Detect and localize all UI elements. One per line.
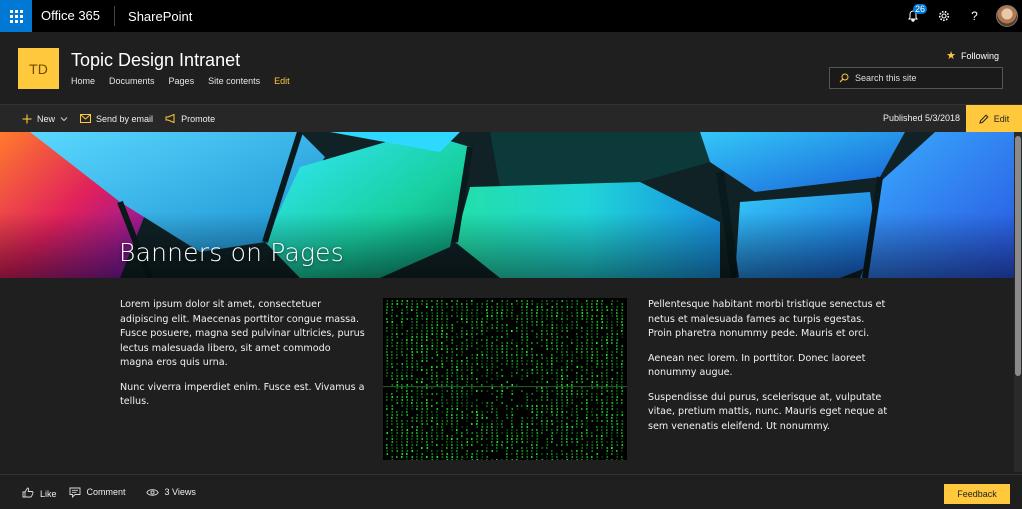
site-title[interactable]: Topic Design Intranet [71, 50, 240, 71]
right-paragraph-3: Suspendisse dui purus, scelerisque at, v… [648, 391, 888, 432]
waffle-icon [9, 9, 23, 23]
avatar[interactable] [996, 5, 1018, 27]
text-column-left: Lorem ipsum dolor sit amet, consectetuer… [120, 298, 365, 420]
site-header: TD Topic Design Intranet Home Documents … [0, 32, 1022, 105]
page-content: Lorem ipsum dolor sit amet, consectetuer… [0, 278, 1014, 472]
command-bar: New Send by email Promote Published 5/3/… [0, 105, 1022, 132]
search-placeholder: Search this site [855, 73, 917, 83]
promote-label: Promote [181, 113, 216, 124]
new-button[interactable]: New [22, 114, 68, 124]
help-button[interactable]: ? [959, 0, 990, 32]
settings-button[interactable] [928, 0, 959, 32]
office365-link[interactable]: Office 365 [32, 6, 116, 26]
following-button[interactable]: ★ Following [946, 49, 999, 62]
page-scrollbar[interactable] [1014, 132, 1022, 472]
suite-bar: Office 365 SharePoint 26 ? [0, 0, 1022, 32]
comment-button[interactable]: Comment [69, 487, 126, 498]
feedback-button[interactable]: Feedback [944, 484, 1010, 504]
new-label: New [37, 113, 56, 124]
send-by-email-label: Send by email [96, 113, 154, 124]
plus-icon [22, 114, 32, 123]
site-logo[interactable]: TD [18, 48, 59, 89]
page-footer: Like Comment 3 Views Feedback [0, 474, 1022, 509]
nav-item-home[interactable]: Home [71, 76, 95, 86]
page-banner: Banners on Pages [0, 132, 1022, 278]
send-by-email-button[interactable]: Send by email [80, 114, 153, 124]
comment-label: Comment [86, 487, 126, 497]
chevron-down-icon [60, 116, 68, 121]
following-label: Following [960, 50, 999, 61]
app-launcher-button[interactable] [0, 0, 32, 32]
banner-title: Banners on Pages [119, 238, 344, 267]
search-input[interactable]: Search this site [829, 67, 1003, 89]
search-icon [839, 73, 849, 83]
scrollbar-thumb[interactable] [1015, 136, 1021, 376]
text-column-right: Pellentesque habitant morbi tristique se… [648, 298, 888, 444]
promote-button[interactable]: Promote [165, 114, 215, 124]
right-paragraph-2: Aenean nec lorem. In porttitor. Donec la… [648, 352, 866, 379]
notification-count-badge: 26 [913, 4, 928, 14]
gear-icon [938, 10, 949, 22]
like-button[interactable]: Like [22, 485, 57, 499]
nav-item-site-contents[interactable]: Site contents [208, 76, 260, 86]
right-paragraph-1: Pellentesque habitant morbi tristique se… [648, 299, 886, 339]
edit-button[interactable]: Edit [966, 105, 1022, 132]
matrix-code-image [383, 298, 627, 460]
nav-edit-link[interactable]: Edit [274, 76, 290, 86]
site-navigation: Home Documents Pages Site contents Edit [71, 76, 304, 86]
like-label: Like [40, 489, 57, 499]
star-icon: ★ [946, 50, 956, 62]
sharepoint-link[interactable]: SharePoint [115, 9, 192, 24]
published-status: Published 5/3/2018 [882, 113, 960, 123]
edit-label: Edit [993, 113, 1010, 124]
notifications-button[interactable]: 26 [897, 0, 928, 32]
pencil-icon [979, 113, 989, 124]
left-paragraph-1: Lorem ipsum dolor sit amet, consectetuer… [120, 299, 365, 368]
views-count: 3 Views [145, 487, 196, 497]
mail-icon [80, 114, 92, 123]
megaphone-icon [165, 114, 175, 123]
question-icon: ? [971, 9, 978, 23]
eye-icon [145, 488, 159, 496]
nav-item-documents[interactable]: Documents [109, 76, 155, 86]
left-paragraph-2: Nunc viverra imperdiet enim. Fusce est. … [120, 381, 365, 408]
views-label: 3 Views [164, 487, 196, 497]
nav-item-pages[interactable]: Pages [169, 76, 195, 86]
thumbs-up-icon [22, 487, 34, 497]
comment-icon [69, 487, 80, 498]
